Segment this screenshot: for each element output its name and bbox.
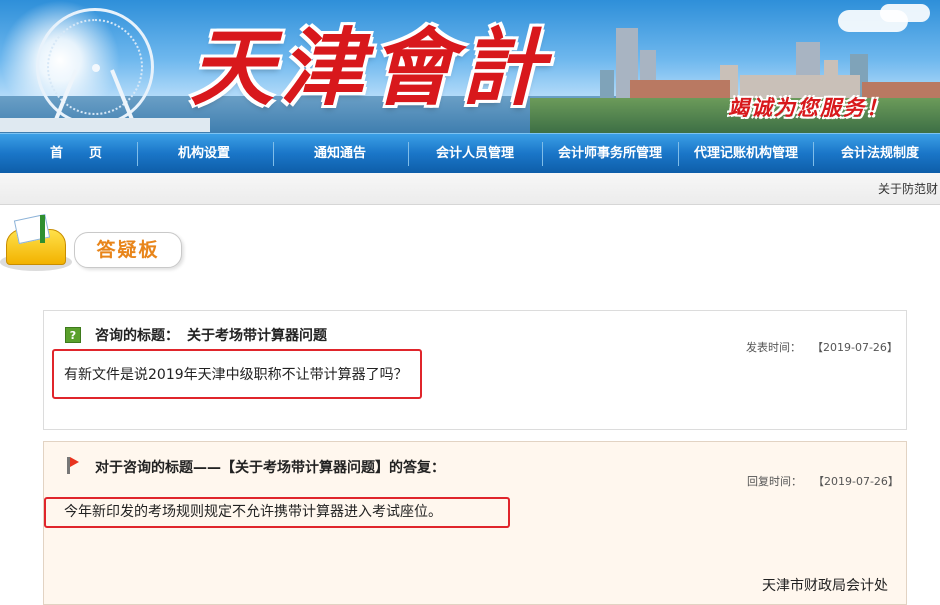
- news-ticker-link[interactable]: 关于防范财: [878, 173, 938, 205]
- answer-signature: 天津市财政局会计处: [762, 578, 888, 594]
- question-title-prefix: 咨询的标题：: [95, 328, 179, 344]
- news-ticker: 关于防范财: [0, 173, 940, 205]
- nav-separator: [273, 142, 274, 166]
- question-date: 【2019-07-26】: [812, 341, 898, 354]
- nav-separator: [813, 142, 814, 166]
- nav-bookkeeping-agency-management[interactable]: 代理记账机构管理: [683, 134, 809, 174]
- site-title: 天津會計: [190, 18, 551, 117]
- nav-cpa-firm-management[interactable]: 会计师事务所管理: [547, 134, 673, 174]
- board-heading-text: 答疑板: [96, 239, 160, 261]
- nav-separator: [137, 142, 138, 166]
- nav-organization[interactable]: 机构设置: [150, 134, 258, 174]
- nav-accountant-management[interactable]: 会计人员管理: [413, 134, 537, 174]
- answer-title: 对于咨询的标题——【关于考场带计算器问题】的答复：: [95, 460, 445, 476]
- nav-home[interactable]: 首 页: [22, 134, 130, 174]
- nav-separator: [678, 142, 679, 166]
- board-heading: 答疑板: [74, 232, 182, 268]
- site-banner: 天津會計 竭诚为您服务！: [0, 0, 940, 133]
- site-slogan: 竭诚为您服务！: [728, 96, 889, 120]
- question-title: 关于考场带计算器问题: [187, 328, 327, 344]
- mailbox-icon: [0, 213, 72, 275]
- nav-separator: [542, 142, 543, 166]
- flag-icon: [67, 457, 79, 474]
- answer-highlight-box: [44, 497, 510, 528]
- answer-date: 【2019-07-26】: [813, 475, 899, 488]
- question-date-label: 发表时间：: [746, 341, 801, 354]
- ferris-wheel-hub: [92, 64, 100, 72]
- question-highlight-box: [52, 349, 422, 399]
- nav-separator: [408, 142, 409, 166]
- main-nav: 首 页 机构设置 通知通告 会计人员管理 会计师事务所管理 代理记账机构管理 会…: [0, 133, 940, 173]
- question-icon: ?: [65, 327, 81, 343]
- nav-notices[interactable]: 通知通告: [286, 134, 394, 174]
- nav-accounting-regulations[interactable]: 会计法规制度: [820, 134, 940, 174]
- bridge-image: [0, 118, 210, 132]
- answer-date-label: 回复时间：: [747, 475, 802, 488]
